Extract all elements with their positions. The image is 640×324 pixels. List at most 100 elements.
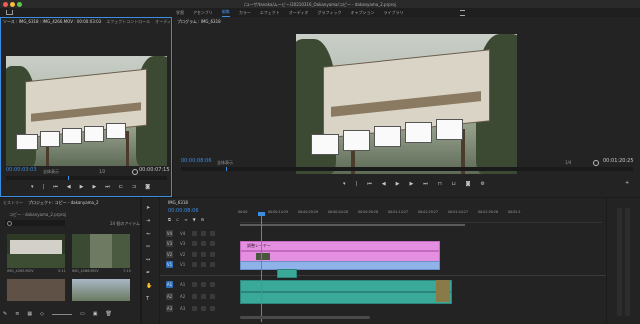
timeline-playhead[interactable] [261,212,262,322]
lock-icon[interactable] [192,262,197,267]
overwrite-icon[interactable]: ⊐ [132,184,136,190]
razor-tool-icon[interactable]: ✂ [146,244,152,250]
mark-out-icon[interactable]: | [43,184,45,190]
project-item[interactable] [7,234,65,268]
type-tool-icon[interactable]: T [146,296,152,302]
program-step-forward-icon[interactable]: ▶ [409,181,413,187]
source-fit-select[interactable]: 全体表示 [43,169,59,174]
program-go-to-in-icon[interactable]: ⏮ [367,181,372,187]
track-header[interactable]: V2 V2 [166,250,236,259]
lift-icon[interactable]: ⊓ [438,181,442,187]
freeform-view-icon[interactable]: ◇ [40,311,44,317]
tab-project[interactable]: プロジェクト: コピー - dakanyama_2 [28,200,99,205]
sync-icon[interactable] [201,231,206,236]
program-playhead[interactable] [226,167,227,171]
v1-clip[interactable] [240,261,440,270]
tab-source[interactable]: ソース : IMG_6318 : IMG_4266.MOV : 00:00:03… [3,19,101,26]
lock-icon[interactable] [192,306,197,311]
track-header[interactable]: A1 A1 [166,280,236,289]
timeline-scrollbar[interactable] [240,316,370,319]
play-icon[interactable]: ▶ [80,184,84,190]
hand-tool-icon[interactable]: ✋ [146,283,152,289]
tab-effect-controls[interactable]: エフェクトコントロール [106,19,150,26]
graphic-clip[interactable] [277,269,297,278]
marker-icon[interactable]: ▼ [193,217,196,223]
eye-icon[interactable] [210,262,215,267]
workspace-tab[interactable]: エフェクト [260,8,280,17]
program-mark-in-icon[interactable]: ▾ [343,181,346,187]
track-target[interactable]: V4 [166,230,173,237]
sync-icon[interactable] [201,252,206,257]
sync-icon[interactable] [201,282,206,287]
eye-icon[interactable] [210,306,215,311]
source-resolution-select[interactable]: 1/2 [99,169,105,174]
lock-icon[interactable] [192,241,197,246]
program-step-back-icon[interactable]: ◀ [382,181,386,187]
project-item[interactable] [72,279,130,301]
source-playhead[interactable] [68,176,69,180]
work-area-bar[interactable] [240,224,465,226]
track-header[interactable]: A2 A2 [166,292,236,301]
adjustment-layer-clip[interactable]: 調整レイヤー [240,241,440,251]
track-target[interactable]: A1 [166,281,173,288]
program-scrub-bar[interactable] [181,167,633,171]
lock-icon[interactable] [192,282,197,287]
program-timecode[interactable]: 00:00:08:06 [181,159,212,164]
sync-icon[interactable] [201,262,206,267]
track-target[interactable]: V1 [166,261,173,268]
timeline-settings-icon[interactable]: ⚙ [201,217,205,223]
go-to-out-icon[interactable]: ⏭ [105,184,110,190]
settings-icon[interactable]: ⚙ [480,181,484,187]
program-resolution-select[interactable]: 1/4 [565,160,571,165]
track-target[interactable]: V3 [166,240,173,247]
timeline-timecode[interactable]: 00:00:08:06 [168,209,199,214]
trash-icon[interactable]: 🗑 [105,311,111,317]
project-item[interactable] [72,234,130,268]
track-target[interactable]: V2 [166,251,173,258]
workspace-tab[interactable]: グラフィック [318,8,342,17]
workspace-tab[interactable]: オーディオ [289,8,309,17]
lock-icon[interactable] [192,294,197,299]
program-go-to-out-icon[interactable]: ⏭ [423,181,428,187]
icon-view-icon[interactable]: ▦ [27,311,32,317]
linked-icon[interactable]: ∞ [184,217,187,223]
home-icon[interactable] [6,10,13,15]
new-bin-icon[interactable]: ▭ [80,311,85,317]
time-ruler[interactable]: 00:00 00:00:14:29 00:00:29:29 00:00:44:28 00… [238,210,602,223]
list-view-icon[interactable]: ≡ [15,311,19,317]
add-button-icon[interactable]: + [625,180,629,186]
eye-icon[interactable] [210,294,215,299]
program-fit-select[interactable]: 全体表示 [217,160,233,165]
workspace-menu-icon[interactable] [460,10,465,16]
program-play-icon[interactable]: ▶ [396,181,400,187]
track-header[interactable]: V4 V4 [166,229,236,238]
track-target[interactable]: A3 [166,305,173,312]
source-timecode[interactable]: 00:00:03:03 [6,168,37,173]
zoom-slider[interactable] [52,313,72,315]
track-header[interactable]: A3 A3 [166,304,236,313]
program-tab[interactable]: プログラム : IMG_6318 [177,19,221,24]
track-header[interactable]: V1 V1 [166,260,236,269]
tab-history[interactable]: ヒストリー [3,200,23,205]
tab-audio[interactable]: オーディ [155,19,171,26]
eye-icon[interactable] [210,231,215,236]
step-back-icon[interactable]: ◀ [67,184,71,190]
new-item-icon[interactable]: ▣ [93,311,98,317]
track-select-tool-icon[interactable]: ⇥ [146,218,152,224]
ripple-edit-tool-icon[interactable]: ⟛ [146,231,152,237]
step-forward-icon[interactable]: ▶ [92,184,96,190]
camera-icon[interactable]: ◙ [145,184,150,190]
track-target[interactable]: A2 [166,293,173,300]
insert-icon[interactable]: ⊏ [119,184,123,190]
extract-icon[interactable]: ⊔ [452,181,456,187]
nest-icon[interactable]: ⧉ [168,217,171,223]
sync-icon[interactable] [201,241,206,246]
eye-icon[interactable] [210,282,215,287]
lock-icon[interactable] [192,252,197,257]
lock-icon[interactable] [192,231,197,236]
workspace-tab[interactable]: ライブラリ [383,8,403,17]
selection-tool-icon[interactable]: ➤ [146,205,152,211]
source-scrub-bar[interactable] [6,176,167,180]
workspace-tab[interactable]: 学習 [176,8,184,17]
track-header[interactable]: V3 V3 [166,239,236,248]
